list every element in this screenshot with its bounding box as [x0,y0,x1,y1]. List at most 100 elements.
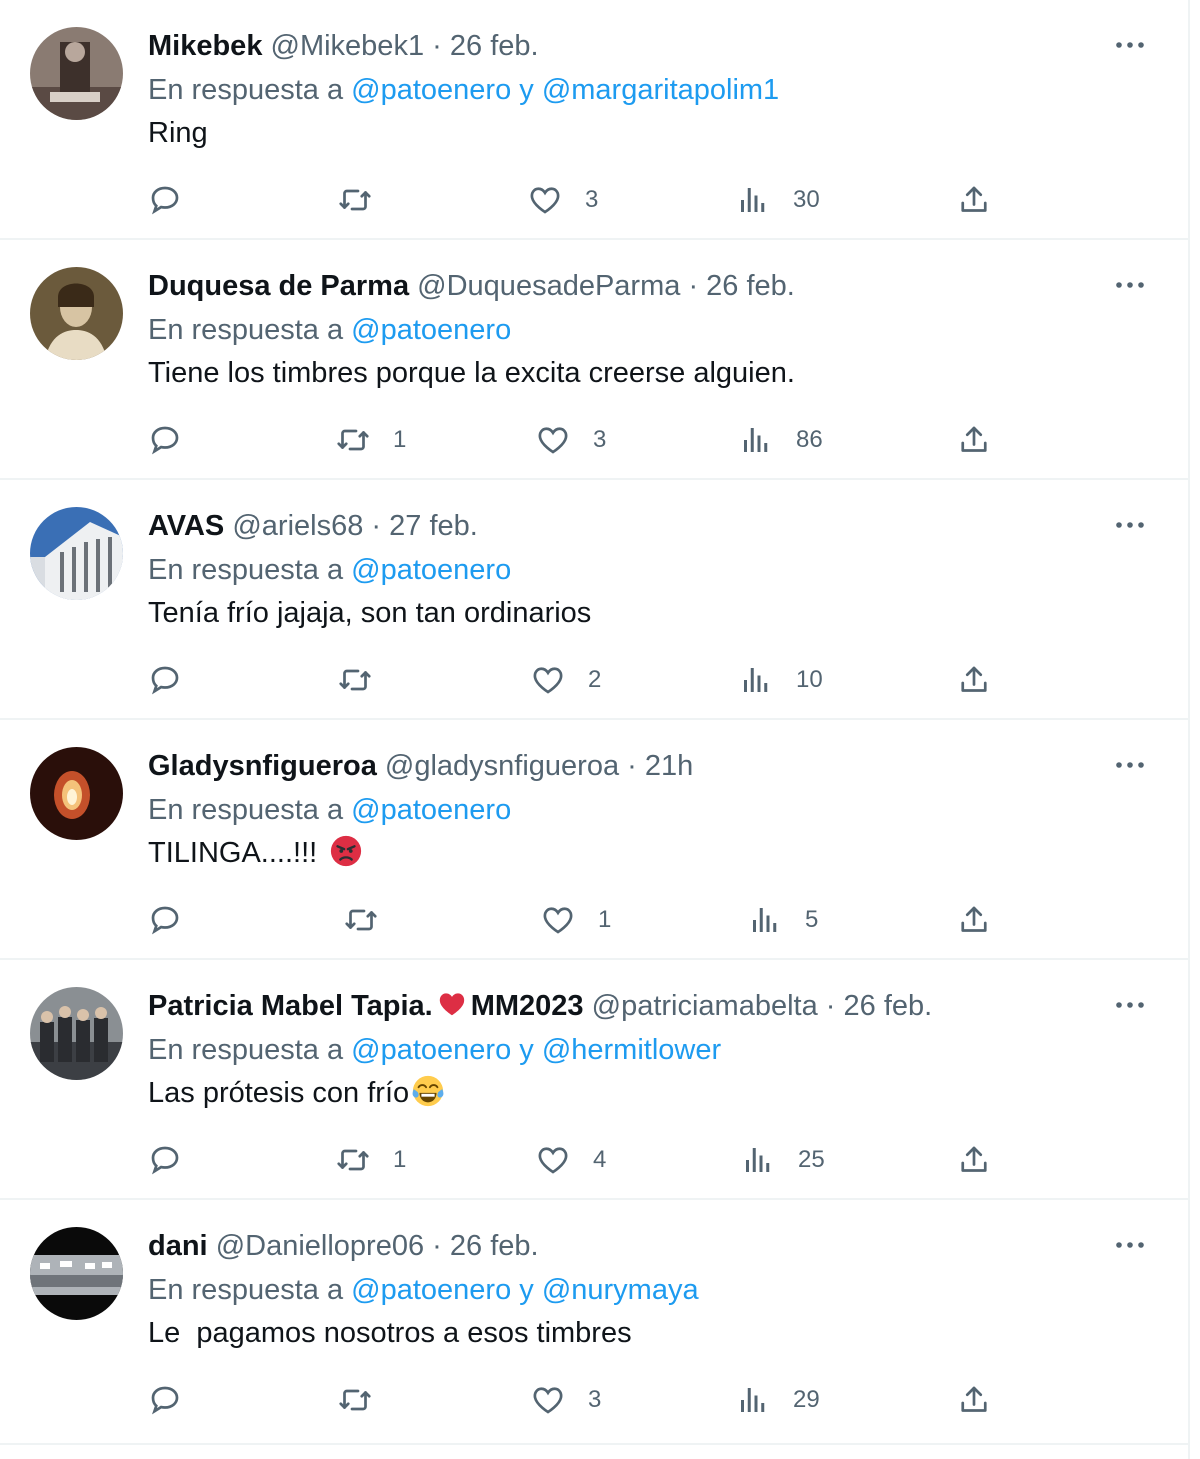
display-name[interactable]: Mikebek [148,30,262,62]
timestamp[interactable]: 27 feb. [389,510,478,542]
mention-link[interactable]: @patoenero [351,74,511,106]
mention-link[interactable]: @patoenero [351,794,511,826]
avatar[interactable] [30,27,123,120]
user-handle[interactable]: @Daniellopre06 [216,1230,424,1262]
avatar[interactable] [30,747,123,840]
reply-context: En respuesta a @patoenero y @margaritapo… [148,72,779,108]
reply-button[interactable] [147,658,205,702]
mention-link[interactable]: @patoenero [351,1274,511,1306]
views-button[interactable]: 86 [738,418,823,462]
more-options-button[interactable] [1110,510,1150,540]
separator: · [432,30,442,62]
tweet-header: dani @Daniellopre06 · 26 feb. [148,1228,539,1264]
more-icon [1115,761,1145,769]
like-button[interactable]: 3 [527,178,598,222]
tweet-6[interactable]: dani @Daniellopre06 · 26 feb. En respues… [0,1200,1188,1445]
retweet-icon [343,902,379,938]
retweet-button[interactable] [343,898,401,942]
tweet-1[interactable]: Mikebek @Mikebek1 · 26 feb. En respuesta… [0,0,1188,240]
reply-context: En respuesta a @patoenero [148,792,511,828]
timestamp[interactable]: 26 feb. [706,270,795,302]
user-handle[interactable]: @gladysnfigueroa [385,750,619,782]
mention-link[interactable]: @nurymaya [542,1274,699,1306]
tweet-3[interactable]: AVAS @ariels68 · 27 feb. En respuesta a … [0,480,1188,720]
more-options-button[interactable] [1110,270,1150,300]
avatar[interactable] [30,267,123,360]
display-name[interactable]: Patricia Mabel Tapia. MM2023 [148,990,584,1022]
separator: · [688,270,699,302]
and-word: y [519,74,534,106]
display-name[interactable]: AVAS [148,510,224,542]
user-handle[interactable]: @ariels68 [232,510,363,542]
mention-link[interactable]: @hermitlower [542,1034,721,1066]
reply-button[interactable] [147,898,205,942]
like-count: 3 [588,1386,602,1413]
views-button[interactable]: 29 [735,1378,820,1422]
mention-link[interactable]: @patoenero [351,314,511,346]
more-icon [1115,281,1145,289]
reply-icon [147,422,183,458]
retweet-button[interactable]: 1 [335,418,406,462]
and-word: y [519,1274,534,1306]
reply-button[interactable] [147,178,205,222]
share-button[interactable] [956,178,992,222]
reply-icon [147,662,183,698]
reply-button[interactable] [147,1138,205,1182]
views-button[interactable]: 25 [740,1138,825,1182]
retweet-button[interactable] [337,1378,395,1422]
mention-link[interactable]: @margaritapolim1 [542,74,779,106]
views-button[interactable]: 10 [738,658,823,702]
share-button[interactable] [956,1138,992,1182]
timestamp[interactable]: 21h [645,750,693,782]
tweet-2[interactable]: Duquesa de Parma @DuquesadeParma · 26 fe… [0,240,1188,480]
more-options-button[interactable] [1110,750,1150,780]
tweet-header: Duquesa de Parma @DuquesadeParma · 26 fe… [148,268,795,304]
retweet-button[interactable]: 1 [335,1138,406,1182]
tweet-text: TILINGA....!!! [148,834,363,872]
tweet-5[interactable]: Patricia Mabel Tapia. MM2023 @patriciamab… [0,960,1188,1200]
reply-context: En respuesta a @patoenero [148,552,511,588]
reply-context: En respuesta a @patoenero y @hermitlower [148,1032,721,1068]
reply-button[interactable] [147,418,205,462]
share-button[interactable] [956,1378,992,1422]
views-button[interactable]: 5 [747,898,818,942]
display-name[interactable]: dani [148,1230,208,1262]
tweet-text: Tenía frío jajaja, son tan ordinarios [148,597,592,629]
like-button[interactable]: 3 [530,1378,601,1422]
mention-link[interactable]: @patoenero [351,1034,511,1066]
more-options-button[interactable] [1110,1230,1150,1260]
user-handle[interactable]: @DuquesadeParma [417,270,680,302]
like-button[interactable]: 1 [540,898,611,942]
views-button[interactable]: 30 [735,178,820,222]
tweet-4[interactable]: Gladysnfigueroa @gladysnfigueroa · 21h E… [0,720,1188,960]
more-options-button[interactable] [1110,30,1150,60]
share-button[interactable] [956,898,992,942]
user-handle[interactable]: @patriciamabelta [592,990,818,1022]
avatar[interactable] [30,987,123,1080]
like-button[interactable]: 3 [535,418,606,462]
like-icon [530,1382,566,1418]
like-button[interactable]: 2 [530,658,601,702]
retweet-icon [335,422,371,458]
timestamp[interactable]: 26 feb. [450,1230,539,1262]
reply-prefix: En respuesta a [148,1274,344,1306]
share-button[interactable] [956,418,992,462]
timestamp[interactable]: 26 feb. [844,990,933,1022]
timestamp[interactable]: 26 feb. [450,30,539,62]
display-name[interactable]: Gladysnfigueroa [148,750,377,782]
avatar[interactable] [30,1227,123,1320]
retweet-button[interactable] [337,658,395,702]
reply-button[interactable] [147,1378,205,1422]
red-heart-emoji-icon [439,993,464,1016]
reply-context: En respuesta a @patoenero [148,312,511,348]
user-handle[interactable]: @Mikebek1 [271,30,425,62]
retweet-button[interactable] [337,178,395,222]
more-options-button[interactable] [1110,990,1150,1020]
display-name[interactable]: Duquesa de Parma [148,270,409,302]
share-button[interactable] [956,658,992,702]
and-word: y [519,1034,534,1066]
mention-link[interactable]: @patoenero [351,554,511,586]
avatar[interactable] [30,507,123,600]
like-count: 3 [585,186,599,213]
like-button[interactable]: 4 [535,1138,606,1182]
